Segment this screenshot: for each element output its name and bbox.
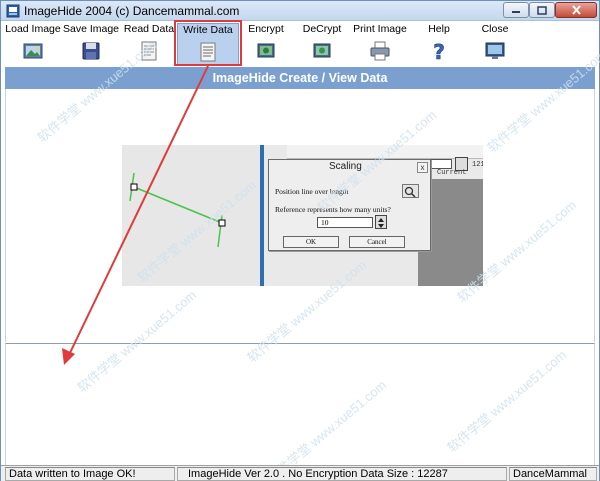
dialog-cancel-button: Cancel [349,236,405,248]
help-label: Help [428,23,450,35]
app-icon [6,4,20,18]
close-window-button[interactable] [555,2,597,18]
app-window: ImageHide 2004 (c) Dancemammal.com Load … [0,0,600,481]
encrypt-label: Encrypt [248,23,284,35]
printer-icon [370,41,390,61]
read-data-label: Read Data [123,23,175,35]
dialog-close-icon: x [417,162,428,173]
dialog-ok-button: OK [283,236,339,248]
help-icon: ? [433,40,445,63]
load-image-label: Load Image [5,23,61,35]
maximize-icon [537,5,547,15]
minimize-icon [512,11,520,13]
decrypt-label: DeCrypt [302,23,342,35]
status-info: ImageHide Ver 2.0 . No Encryption Data S… [177,467,507,481]
svg-text:?: ? [433,40,445,63]
save-image-button[interactable]: Save Image [63,23,119,65]
write-data-highlight-box [174,20,242,66]
status-author: DanceMammal [509,467,597,481]
encrypt-button[interactable]: Encrypt [241,23,291,65]
dialog-zoom-button [402,184,419,198]
load-image-button[interactable]: Load Image [5,23,61,65]
encrypt-icon [257,43,275,58]
print-image-label: Print Image [353,23,407,35]
embedded-side-value: 121 [472,161,483,169]
dialog-spinner [375,215,387,229]
title-bar: ImageHide 2004 (c) Dancemammal.com [1,1,599,21]
maximize-button[interactable] [529,2,555,18]
embedded-image: 1 121 Current Scaling x Position line ov… [122,145,483,286]
load-image-icon [23,43,43,59]
embedded-current-label: Current [437,169,467,177]
window-title: ImageHide 2004 (c) Dancemammal.com [24,4,240,18]
close-window-icon [571,5,581,15]
status-message: Data written to Image OK! [5,467,175,481]
decrypt-icon [313,43,331,58]
save-image-icon [82,42,100,60]
close-button[interactable]: Close [475,23,515,65]
dialog-units-input: 10 [317,217,373,228]
spinner-arrows-icon [378,218,384,228]
decrypt-button[interactable]: DeCrypt [297,23,347,65]
page-title: ImageHide Create / View Data [212,71,388,85]
help-button[interactable]: Help ? [419,23,459,65]
minimize-button[interactable] [503,2,529,18]
save-image-label: Save Image [62,23,120,35]
close-label: Close [481,23,509,35]
print-image-button[interactable]: Print Image [351,23,409,65]
status-bar: Data written to Image OK! ImageHide Ver … [1,465,599,481]
toolbar: Load Image Save Image Read Data Write Da… [1,21,599,67]
magnifier-icon [404,186,416,198]
close-icon [485,42,505,59]
